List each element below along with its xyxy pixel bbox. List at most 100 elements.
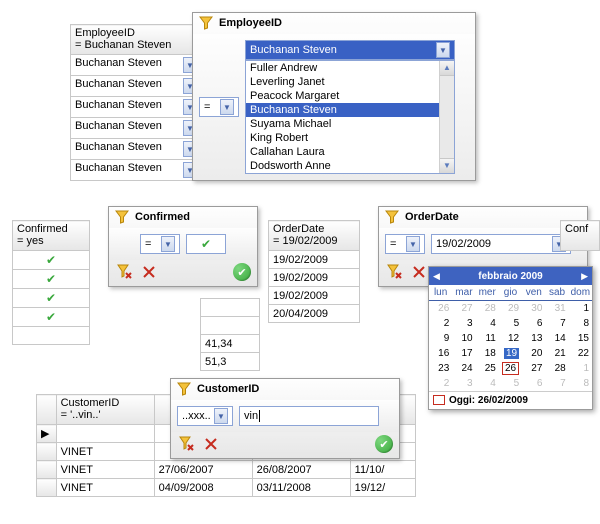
customerid-cell[interactable]: VINET: [56, 425, 154, 443]
calendar-day[interactable]: 28: [545, 361, 568, 376]
calendar-day[interactable]: 27: [452, 301, 475, 316]
dropdown-option[interactable]: Peacock Margaret: [246, 89, 454, 103]
employee-cell[interactable]: Buchanan Steven▼: [71, 118, 202, 139]
numeric-cell[interactable]: 41,34: [201, 335, 260, 353]
calendar-day[interactable]: 24: [452, 361, 475, 376]
customerid-cell[interactable]: VINET: [56, 479, 154, 497]
calendar-prev-button[interactable]: ◀: [433, 271, 440, 282]
scroll-up-button[interactable]: ▲: [440, 61, 454, 76]
date3-cell[interactable]: 19/12/: [350, 479, 415, 497]
calendar-day[interactable]: 6: [522, 316, 545, 331]
calendar-day[interactable]: 27: [522, 361, 545, 376]
apply-filter-button[interactable]: ✔: [233, 263, 251, 281]
popup-titlebar[interactable]: OrderDate: [379, 207, 587, 228]
employee-cell[interactable]: Buchanan Steven▼: [71, 139, 202, 160]
calendar-day[interactable]: 11: [476, 331, 499, 346]
calendar-day[interactable]: 19: [499, 346, 522, 361]
employee-cell[interactable]: Buchanan Steven▼: [71, 160, 202, 181]
calendar-day[interactable]: 3: [452, 316, 475, 331]
employee-cell[interactable]: Buchanan Steven▼: [71, 76, 202, 97]
calendar-day[interactable]: 30: [522, 301, 545, 316]
scroll-down-button[interactable]: ▼: [440, 158, 454, 173]
confirmed-cell[interactable]: [13, 327, 90, 345]
calendar-day[interactable]: 8: [569, 316, 592, 331]
dropdown-option[interactable]: Fuller Andrew: [246, 61, 454, 75]
dropdown-option[interactable]: Dodsworth Anne: [246, 159, 454, 173]
date1-cell[interactable]: 04/09/2008: [154, 479, 252, 497]
calendar-day[interactable]: 7: [545, 376, 568, 391]
apply-filter-button[interactable]: ✔: [375, 435, 393, 453]
customerid-cell[interactable]: VINET: [56, 443, 154, 461]
dropdown-option[interactable]: Callahan Laura: [246, 145, 454, 159]
calendar-day[interactable]: 2: [429, 376, 452, 391]
orderdate-cell[interactable]: 19/02/2009: [269, 287, 360, 305]
calendar-day[interactable]: 29: [499, 301, 522, 316]
reset-filter-button[interactable]: [201, 434, 221, 454]
calendar-day[interactable]: 20: [522, 346, 545, 361]
date2-cell[interactable]: 26/08/2007: [252, 461, 350, 479]
dropdown-option[interactable]: King Robert: [246, 131, 454, 145]
orderdate-cell[interactable]: 20/04/2009: [269, 305, 360, 323]
employee-dropdown-list[interactable]: Fuller AndrewLeverling JanetPeacock Marg…: [245, 60, 455, 174]
calendar-day[interactable]: 31: [545, 301, 568, 316]
calendar-day[interactable]: 14: [545, 331, 568, 346]
calendar-day[interactable]: 4: [476, 316, 499, 331]
calendar-day[interactable]: 15: [569, 331, 592, 346]
employee-col-header[interactable]: EmployeeID = Buchanan Steven: [71, 25, 202, 55]
calendar-day[interactable]: 5: [499, 316, 522, 331]
calendar-day[interactable]: 8: [569, 376, 592, 391]
date-select[interactable]: 19/02/2009 ▼: [431, 234, 571, 254]
calendar-day[interactable]: 25: [476, 361, 499, 376]
row-selector[interactable]: ▶: [37, 425, 57, 443]
dropdown-option[interactable]: Buchanan Steven: [246, 103, 454, 117]
date3-cell[interactable]: 11/10/: [350, 461, 415, 479]
employee-cell[interactable]: Buchanan Steven▼: [71, 97, 202, 118]
popup-titlebar[interactable]: Confirmed: [109, 207, 257, 228]
reset-filter-button[interactable]: [139, 262, 159, 282]
date2-cell[interactable]: 03/11/2008: [252, 479, 350, 497]
orderdate-col-header[interactable]: OrderDate = 19/02/2009: [269, 221, 360, 251]
operator-select[interactable]: ..xxx.. ▼: [177, 406, 233, 426]
operator-select[interactable]: = ▼: [385, 234, 425, 254]
calendar-day[interactable]: 2: [429, 316, 452, 331]
numeric-cell[interactable]: [201, 299, 260, 317]
row-selector[interactable]: [37, 479, 57, 497]
calendar-day[interactable]: 23: [429, 361, 452, 376]
clear-filter-button[interactable]: [385, 262, 405, 282]
calendar-day[interactable]: 1: [569, 301, 592, 316]
calendar-day[interactable]: 17: [452, 346, 475, 361]
customerid-col-header[interactable]: CustomerID = '..vin..': [56, 395, 154, 425]
scrollbar[interactable]: ▲ ▼: [439, 61, 454, 173]
popup-titlebar[interactable]: CustomerID: [171, 379, 399, 400]
row-selector[interactable]: [37, 443, 57, 461]
calendar-day[interactable]: 4: [476, 376, 499, 391]
conf-col-header[interactable]: Conf: [561, 221, 600, 251]
date1-cell[interactable]: 27/06/2007: [154, 461, 252, 479]
orderdate-cell[interactable]: 19/02/2009: [269, 251, 360, 269]
calendar-day[interactable]: 28: [476, 301, 499, 316]
calendar-day[interactable]: 1: [569, 361, 592, 376]
value-select[interactable]: Buchanan Steven ▼: [245, 40, 455, 60]
calendar-day[interactable]: 26: [499, 361, 522, 376]
calendar-day[interactable]: 3: [452, 376, 475, 391]
confirmed-cell[interactable]: ✔: [13, 251, 90, 270]
calendar-day[interactable]: 10: [452, 331, 475, 346]
employee-cell[interactable]: Buchanan Steven▼: [71, 55, 202, 76]
value-input[interactable]: vin: [239, 406, 379, 426]
value-checkbox[interactable]: ✔: [186, 234, 226, 254]
popup-titlebar[interactable]: EmployeeID: [193, 13, 475, 34]
confirmed-cell[interactable]: ✔: [13, 270, 90, 289]
calendar-day[interactable]: 26: [429, 301, 452, 316]
calendar-day[interactable]: 22: [569, 346, 592, 361]
clear-filter-button[interactable]: [177, 434, 197, 454]
calendar-day[interactable]: 16: [429, 346, 452, 361]
customerid-cell[interactable]: VINET: [56, 461, 154, 479]
calendar-today-button[interactable]: Oggi: 26/02/2009: [429, 391, 592, 409]
confirmed-cell[interactable]: ✔: [13, 308, 90, 327]
clear-filter-button[interactable]: [115, 262, 135, 282]
calendar-day[interactable]: 12: [499, 331, 522, 346]
numeric-cell[interactable]: [201, 317, 260, 335]
numeric-cell[interactable]: 51,3: [201, 353, 260, 371]
calendar-day[interactable]: 9: [429, 331, 452, 346]
reset-filter-button[interactable]: [409, 262, 429, 282]
